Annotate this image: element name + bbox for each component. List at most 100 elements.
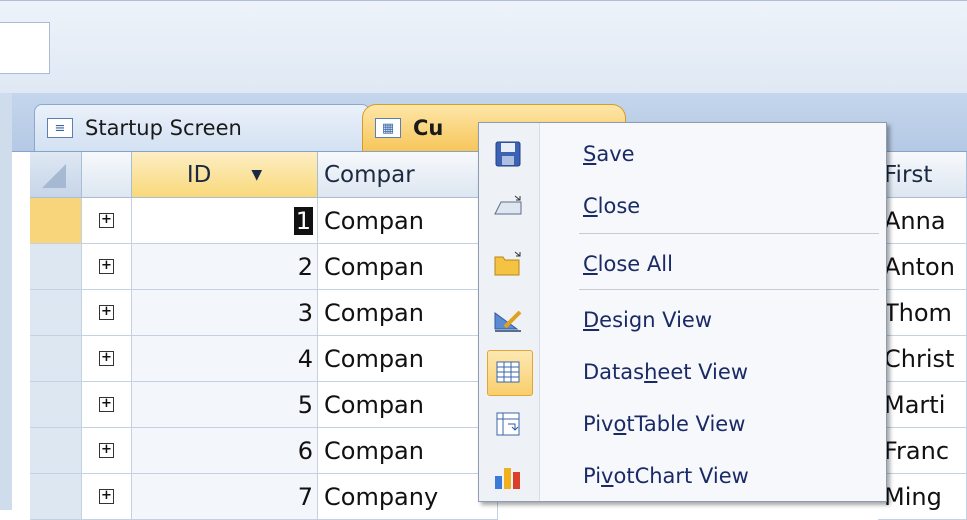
expand-cell[interactable]: + [82, 290, 132, 336]
expand-cell[interactable]: + [82, 336, 132, 382]
cell-value: 4 [297, 344, 313, 373]
menu-item-close-all[interactable]: Close All [479, 237, 886, 291]
cell-value: Anton [884, 252, 955, 281]
menu-item-save[interactable]: Save [479, 127, 886, 181]
expand-column-header [82, 152, 132, 198]
menu-item-label: PivotChart View [583, 464, 749, 488]
menu-item-label: Close All [583, 252, 673, 276]
menu-separator [579, 233, 879, 234]
cell-value: Marti [884, 390, 946, 419]
id-cell[interactable]: 1 [132, 198, 318, 244]
company-cell[interactable]: Compan [318, 336, 498, 382]
id-cell[interactable]: 3 [132, 290, 318, 336]
close-all-icon [491, 247, 525, 281]
first-name-cell[interactable]: Franc [878, 428, 967, 474]
row-selector[interactable] [30, 336, 82, 382]
cell-value: Company [324, 482, 439, 511]
row-selector[interactable] [30, 244, 82, 290]
id-cell[interactable]: 2 [132, 244, 318, 290]
close-object-icon [491, 189, 525, 223]
menu-item-label: PivotTable View [583, 412, 746, 436]
row-selector[interactable] [30, 474, 82, 520]
select-all-corner[interactable] [30, 152, 82, 198]
tab-startup-screen[interactable]: ≡ Startup Screen [34, 104, 370, 151]
menu-item-datasheet-view[interactable]: Datasheet View [479, 345, 886, 399]
expand-cell[interactable]: + [82, 244, 132, 290]
row-selector[interactable] [30, 382, 82, 428]
pivotchart-icon [491, 459, 525, 493]
cell-value: Compan [324, 344, 424, 373]
first-name-cell[interactable]: Marti [878, 382, 967, 428]
company-cell[interactable]: Compan [318, 428, 498, 474]
row-selector[interactable] [30, 198, 82, 244]
row-selector[interactable] [30, 290, 82, 336]
pivottable-icon [491, 407, 525, 441]
cell-value: 7 [297, 482, 313, 511]
menu-item-close[interactable]: Close [479, 179, 886, 233]
cell-value: 3 [297, 298, 313, 327]
expand-cell[interactable]: + [82, 198, 132, 244]
menu-item-label: Datasheet View [583, 360, 748, 384]
menu-item-label: Save [583, 142, 635, 166]
save-icon [491, 137, 525, 171]
cell-value: Thom [884, 298, 952, 327]
column-header-company[interactable]: Compar [318, 152, 498, 198]
expand-plus-icon[interactable]: + [99, 443, 114, 458]
cell-value: Ming [884, 482, 942, 511]
expand-cell[interactable]: + [82, 474, 132, 520]
expand-plus-icon[interactable]: + [99, 489, 114, 504]
datasheet-icon: ▦ [375, 118, 401, 138]
cell-value: Compan [324, 252, 424, 281]
first-name-cell[interactable]: Anna [878, 198, 967, 244]
search-box[interactable] [0, 22, 50, 74]
expand-plus-icon[interactable]: + [99, 259, 114, 274]
company-cell[interactable]: Compan [318, 244, 498, 290]
first-name-cell[interactable]: Christ [878, 336, 967, 382]
expand-cell[interactable]: + [82, 428, 132, 474]
company-cell[interactable]: Compan [318, 382, 498, 428]
datasheet-view-icon [491, 355, 525, 389]
menu-item-label: Close [583, 194, 641, 218]
company-cell[interactable]: Compan [318, 290, 498, 336]
cell-value: 6 [297, 436, 313, 465]
first-name-cell[interactable]: Anton [878, 244, 967, 290]
column-header-id[interactable]: ID ▼ [132, 152, 318, 198]
id-cell[interactable]: 7 [132, 474, 318, 520]
column-header-label: First [884, 161, 933, 188]
first-name-cell[interactable]: Ming [878, 474, 967, 520]
menu-item-design-view[interactable]: Design View [479, 293, 886, 347]
sort-dropdown-icon[interactable]: ▼ [251, 167, 262, 183]
column-header-first-name[interactable]: First [878, 152, 967, 198]
id-cell[interactable]: 5 [132, 382, 318, 428]
first-name-cell[interactable]: Thom [878, 290, 967, 336]
tab-label: Cu [413, 116, 444, 140]
ribbon-area [0, 0, 967, 94]
design-view-icon [491, 303, 525, 337]
id-cell[interactable]: 4 [132, 336, 318, 382]
menu-item-pivotchart-view[interactable]: PivotChart View [479, 449, 886, 503]
id-cell[interactable]: 6 [132, 428, 318, 474]
company-cell[interactable]: Company [318, 474, 498, 520]
form-icon: ≡ [47, 118, 73, 138]
cell-value: 1 [293, 206, 313, 235]
company-cell[interactable]: Compan [318, 198, 498, 244]
cell-value: Franc [884, 436, 950, 465]
cell-value: 2 [297, 252, 313, 281]
expand-plus-icon[interactable]: + [99, 397, 114, 412]
expand-plus-icon[interactable]: + [99, 213, 114, 228]
cell-value: Compan [324, 298, 424, 327]
cell-value: 5 [297, 390, 313, 419]
tab-label: Startup Screen [85, 116, 242, 140]
tab-context-menu: Save Close Close All Design View Datashe… [478, 122, 887, 502]
expand-plus-icon[interactable]: + [99, 305, 114, 320]
row-selector[interactable] [30, 428, 82, 474]
menu-separator [579, 289, 879, 290]
menu-item-pivottable-view[interactable]: PivotTable View [479, 397, 886, 451]
cell-value: Compan [324, 436, 424, 465]
cell-value: Anna [884, 206, 946, 235]
expand-cell[interactable]: + [82, 382, 132, 428]
menu-item-label: Design View [583, 308, 713, 332]
expand-plus-icon[interactable]: + [99, 351, 114, 366]
cell-value: Compan [324, 206, 424, 235]
cell-value: Compan [324, 390, 424, 419]
